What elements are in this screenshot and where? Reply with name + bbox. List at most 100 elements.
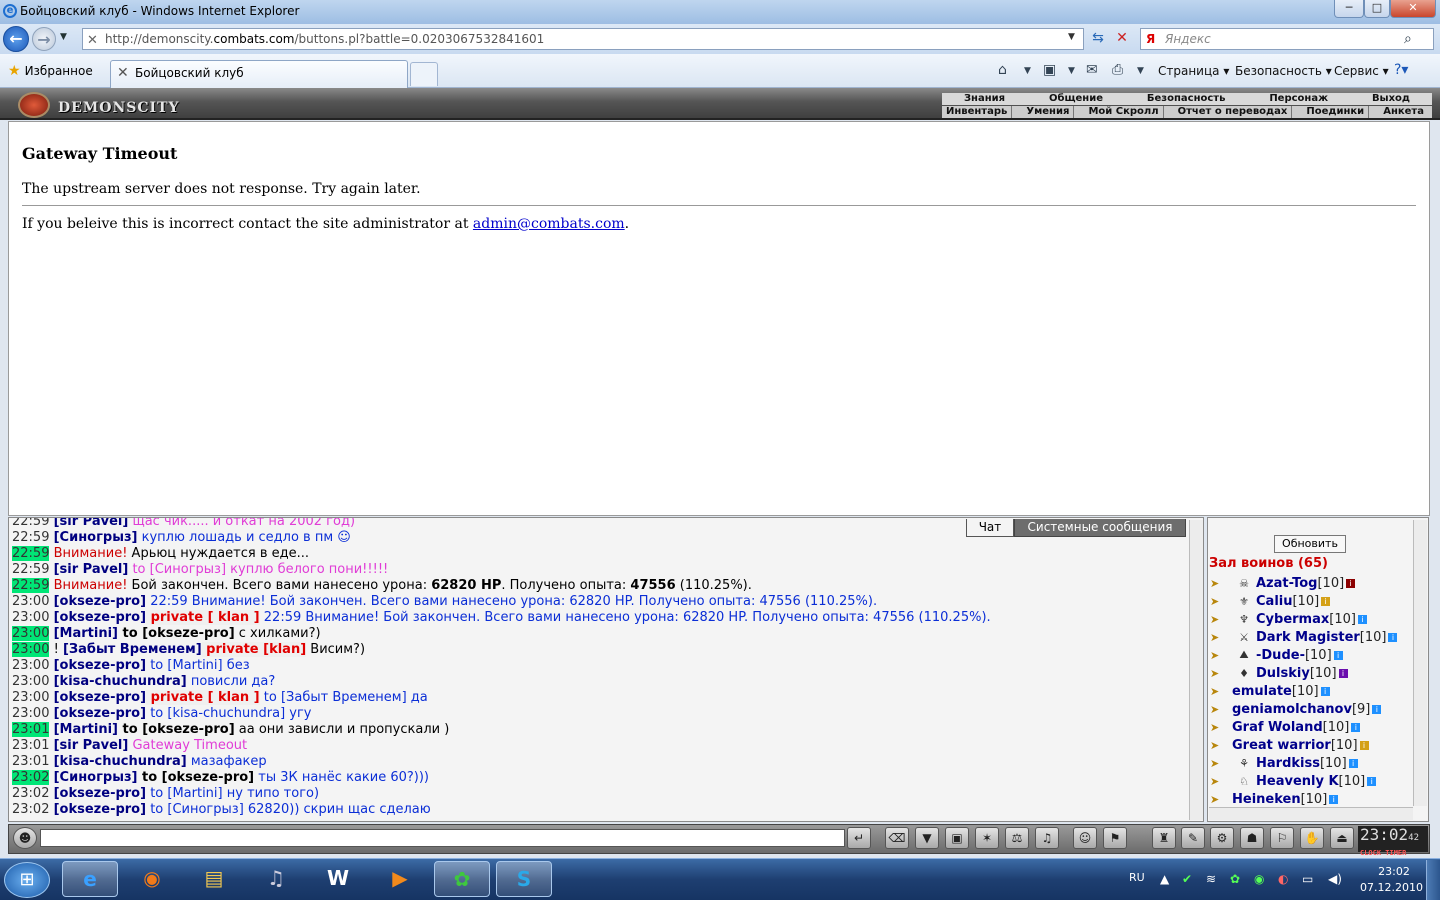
chat-nick[interactable]: [sir Pavel]: [54, 518, 129, 529]
user-name[interactable]: geniamolchanov: [1232, 702, 1352, 717]
chat-nick[interactable]: [sir Pavel]: [54, 738, 129, 753]
chat-nick[interactable]: [Синогрыз]: [54, 530, 138, 545]
private-message-arrow-icon[interactable]: ➤: [1210, 595, 1232, 608]
user-row[interactable]: ➤ ⚔ Dark Magister [10] i: [1210, 628, 1410, 646]
address-bar[interactable]: ✕ http://demonscity.combats.com/buttons.…: [82, 28, 1084, 50]
menu-inventory[interactable]: Инвентарь: [946, 106, 1013, 118]
users-vertical-scrollbar[interactable]: [1413, 520, 1427, 806]
menu-battles[interactable]: Поединки: [1306, 106, 1370, 118]
private-message-arrow-icon[interactable]: ➤: [1210, 721, 1232, 734]
explorer-taskbar-icon[interactable]: ▤: [186, 861, 242, 897]
menu-exit[interactable]: Выход: [1372, 93, 1410, 105]
send-icon[interactable]: ↵: [847, 827, 871, 849]
user-row[interactable]: ➤ ♆ Cybermax [10] i: [1210, 610, 1410, 628]
chat-timestamp[interactable]: 23:00: [12, 658, 49, 673]
chat-nick[interactable]: [kisa-chuchundra]: [54, 674, 187, 689]
close-button[interactable]: ✕: [1390, 0, 1436, 18]
chat-timestamp[interactable]: 22:59: [12, 518, 49, 529]
tray-power-icon[interactable]: ◐: [1278, 872, 1288, 886]
print-dropdown-icon[interactable]: ▼: [1137, 66, 1144, 76]
address-dropdown-icon[interactable]: ▼: [1068, 32, 1075, 42]
menu-profile[interactable]: Анкета: [1383, 106, 1428, 118]
user-row[interactable]: ➤ Graf Woland [10] i: [1210, 718, 1410, 736]
tray-shield-icon[interactable]: ✔: [1182, 872, 1192, 886]
user-info-icon[interactable]: i: [1388, 632, 1398, 642]
user-name[interactable]: Hardkiss: [1256, 756, 1320, 771]
users-horizontal-scrollbar[interactable]: [1209, 807, 1413, 820]
media-player-taskbar-icon[interactable]: ▶: [372, 861, 428, 897]
tab-system-messages[interactable]: Системные сообщения: [1014, 519, 1186, 537]
chat-nick[interactable]: [sir Pavel]: [54, 562, 129, 577]
menu-my-scroll[interactable]: Мой Скролл: [1088, 106, 1164, 118]
chat-nick[interactable]: [kisa-chuchundra]: [54, 754, 187, 769]
tray-network-icon[interactable]: ≋: [1206, 872, 1216, 886]
user-info-icon[interactable]: i: [1372, 704, 1382, 714]
print-icon[interactable]: ⎙: [1112, 62, 1123, 78]
menu-security[interactable]: Безопасность: [1147, 93, 1226, 105]
user-info-icon[interactable]: i: [1321, 596, 1331, 606]
search-icon[interactable]: ⌕: [1404, 31, 1412, 47]
menu-skills[interactable]: Умения: [1026, 106, 1075, 118]
chat-timestamp[interactable]: 23:00: [12, 610, 49, 625]
clear-icon[interactable]: ⌫: [885, 827, 909, 849]
save-log-icon[interactable]: ▣: [945, 827, 969, 849]
user-name[interactable]: Dark Magister: [1256, 630, 1360, 645]
tab-combats[interactable]: ✕ Бойцовский клуб: [110, 60, 408, 88]
private-message-arrow-icon[interactable]: ➤: [1210, 793, 1232, 806]
bag-icon[interactable]: ♜: [1152, 827, 1176, 849]
chat-timestamp[interactable]: 23:02: [12, 770, 50, 785]
ie-taskbar-icon[interactable]: e: [62, 861, 118, 897]
private-message-arrow-icon[interactable]: ➤: [1210, 577, 1232, 590]
feeds-dropdown-icon[interactable]: ▼: [1068, 66, 1075, 76]
clan-icon[interactable]: ☗: [1240, 827, 1264, 849]
trade-icon[interactable]: ⚖: [1005, 827, 1029, 849]
chat-nick[interactable]: [Martini]: [54, 626, 118, 641]
user-row[interactable]: ➤ geniamolchanov [9] i: [1210, 700, 1410, 718]
user-row[interactable]: ➤ ☠ Azat-Tog [10] i: [1210, 574, 1410, 592]
user-row[interactable]: ➤ Great warrior [10] i: [1210, 736, 1410, 754]
private-message-arrow-icon[interactable]: ➤: [1210, 667, 1232, 680]
user-name[interactable]: Heineken: [1232, 792, 1301, 807]
chat-timestamp[interactable]: 23:00: [12, 642, 50, 657]
recent-pages-dropdown-icon[interactable]: ▼: [60, 32, 67, 42]
sound-icon[interactable]: ♫: [1035, 827, 1059, 849]
stop-icon[interactable]: ✕: [1112, 30, 1132, 48]
admin-email-link[interactable]: admin@combats.com: [473, 216, 625, 232]
chat-timestamp[interactable]: 23:01: [12, 754, 49, 769]
taskbar-date[interactable]: 07.12.2010: [1360, 881, 1423, 894]
user-info-icon[interactable]: i: [1320, 686, 1330, 696]
user-info-icon[interactable]: i: [1359, 740, 1369, 750]
scroll-icon[interactable]: ✎: [1181, 827, 1205, 849]
user-info-icon[interactable]: i: [1348, 758, 1358, 768]
quest-icon[interactable]: ⚙: [1210, 827, 1234, 849]
user-name[interactable]: Caliu: [1256, 594, 1292, 609]
itunes-taskbar-icon[interactable]: ♫: [248, 861, 304, 897]
user-name[interactable]: -Dude-: [1256, 648, 1305, 663]
user-row[interactable]: ➤ Heineken [10] i: [1210, 790, 1410, 808]
favorites-button[interactable]: ★ Избранное: [8, 63, 93, 79]
settings-icon[interactable]: ✋: [1300, 827, 1324, 849]
chat-timestamp[interactable]: 23:01: [12, 722, 50, 737]
exit-icon[interactable]: ⏏: [1330, 827, 1354, 849]
map-icon[interactable]: ⚐: [1270, 827, 1294, 849]
user-info-icon[interactable]: i: [1338, 668, 1348, 678]
private-message-arrow-icon[interactable]: ➤: [1210, 775, 1232, 788]
chat-timestamp[interactable]: 22:59: [12, 578, 50, 593]
private-message-arrow-icon[interactable]: ➤: [1210, 757, 1232, 770]
translit-icon[interactable]: ⚑: [1103, 827, 1127, 849]
firefox-taskbar-icon[interactable]: ◉: [124, 861, 180, 897]
start-button[interactable]: ⊞: [4, 862, 50, 898]
user-info-icon[interactable]: i: [1367, 776, 1377, 786]
word-taskbar-icon[interactable]: W: [310, 861, 366, 897]
chat-timestamp[interactable]: 23:00: [12, 690, 49, 705]
fight-icon[interactable]: ✶: [975, 827, 999, 849]
filter-icon[interactable]: ▼: [915, 827, 939, 849]
page-menu[interactable]: Страница ▾: [1158, 64, 1229, 78]
skype-taskbar-icon[interactable]: S: [496, 861, 552, 897]
user-name[interactable]: Cybermax: [1256, 612, 1329, 627]
service-menu[interactable]: Сервис ▾: [1334, 64, 1389, 78]
user-info-icon[interactable]: i: [1357, 614, 1367, 624]
chat-timestamp[interactable]: 23:02: [12, 786, 49, 801]
chat-nick[interactable]: [okseze-pro]: [54, 690, 146, 705]
chat-nick[interactable]: [okseze-pro]: [54, 802, 146, 817]
